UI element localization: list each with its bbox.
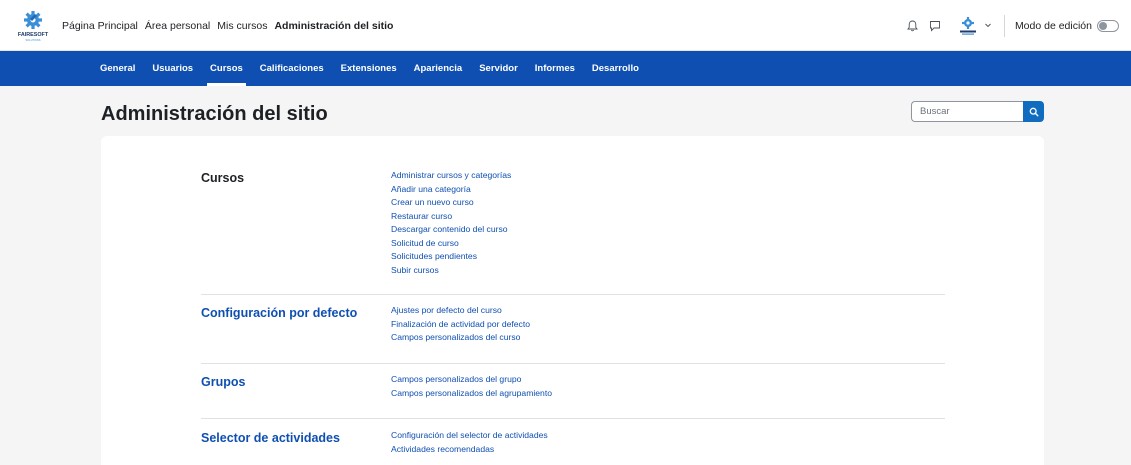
tab-users[interactable]: Usuarios (152, 51, 193, 86)
chevron-down-icon[interactable] (984, 20, 992, 32)
section-title[interactable]: Selector de actividades (201, 431, 340, 445)
primary-navigation: Página Principal Área personal Mis curso… (62, 0, 400, 51)
link-create-course[interactable]: Crear un nuevo curso (391, 196, 511, 210)
section-divider (201, 363, 945, 364)
section-links: Configuración del selector de actividade… (391, 429, 548, 456)
link-recommended-activities[interactable]: Actividades recomendadas (391, 443, 548, 457)
page-title: Administración del sitio (101, 103, 328, 125)
link-add-category[interactable]: Añadir una categoría (391, 183, 511, 197)
link-grouping-custom-fields[interactable]: Campos personalizados del agrupamiento (391, 387, 552, 401)
admin-category-card: Cursos Administrar cursos y categorías A… (101, 136, 1044, 465)
user-avatar[interactable] (955, 15, 981, 37)
section-divider (201, 294, 945, 295)
secondary-navigation: General Usuarios Cursos Calificaciones E… (0, 51, 1131, 86)
link-pending-requests[interactable]: Solicitudes pendientes (391, 250, 511, 264)
nav-dashboard[interactable]: Área personal (145, 20, 210, 32)
nav-site-administration[interactable]: Administración del sitio (274, 20, 393, 32)
link-restore-course[interactable]: Restaurar curso (391, 210, 511, 224)
link-group-custom-fields[interactable]: Campos personalizados del grupo (391, 373, 552, 387)
top-navbar: FAIRESOFT SOLUTIONS Página Principal Áre… (0, 0, 1131, 51)
section-divider (201, 418, 945, 419)
tab-reports[interactable]: Informes (535, 51, 575, 86)
edit-mode-label: Modo de edición (1014, 19, 1092, 32)
search-button[interactable] (1023, 101, 1044, 122)
section-title[interactable]: Configuración por defecto (201, 306, 357, 320)
site-logo[interactable]: FAIRESOFT SOLUTIONS (16, 9, 50, 43)
tab-appearance[interactable]: Apariencia (414, 51, 463, 86)
section-links: Administrar cursos y categorías Añadir u… (391, 169, 511, 277)
link-course-custom-fields[interactable]: Campos personalizados del curso (391, 331, 530, 345)
section-title[interactable]: Cursos (201, 171, 244, 185)
tab-courses[interactable]: Cursos (207, 51, 246, 86)
tab-server[interactable]: Servidor (479, 51, 518, 86)
user-menu-area: Modo de edición (899, 0, 1119, 51)
section-links: Campos personalizados del grupo Campos p… (391, 373, 552, 400)
search-icon (1029, 107, 1038, 116)
link-activity-completion-defaults[interactable]: Finalización de actividad por defecto (391, 318, 530, 332)
tab-grades[interactable]: Calificaciones (260, 51, 324, 86)
search-input[interactable] (911, 101, 1023, 122)
tab-development[interactable]: Desarrollo (592, 51, 639, 86)
chat-icon[interactable] (927, 18, 943, 34)
section-title[interactable]: Grupos (201, 375, 245, 389)
link-course-request[interactable]: Solicitud de curso (391, 237, 511, 251)
link-upload-courses[interactable]: Subir cursos (391, 264, 511, 278)
link-activity-chooser-settings[interactable]: Configuración del selector de actividade… (391, 429, 548, 443)
toggle-knob (1099, 21, 1107, 30)
nav-my-courses[interactable]: Mis cursos (217, 20, 267, 32)
logo-text: FAIRESOFT (18, 32, 49, 38)
tab-general[interactable]: General (100, 51, 135, 86)
link-download-course-content[interactable]: Descargar contenido del curso (391, 223, 511, 237)
tab-plugins[interactable]: Extensiones (341, 51, 397, 86)
logo-subtext: SOLUTIONS (26, 38, 41, 42)
link-manage-courses[interactable]: Administrar cursos y categorías (391, 169, 511, 183)
section-links: Ajustes por defecto del curso Finalizaci… (391, 304, 530, 345)
bell-icon[interactable] (905, 18, 921, 34)
nav-home[interactable]: Página Principal (62, 20, 138, 32)
divider (1003, 14, 1005, 37)
edit-mode-toggle[interactable] (1097, 19, 1119, 32)
link-course-defaults[interactable]: Ajustes por defecto del curso (391, 304, 530, 318)
admin-search (911, 101, 1044, 122)
